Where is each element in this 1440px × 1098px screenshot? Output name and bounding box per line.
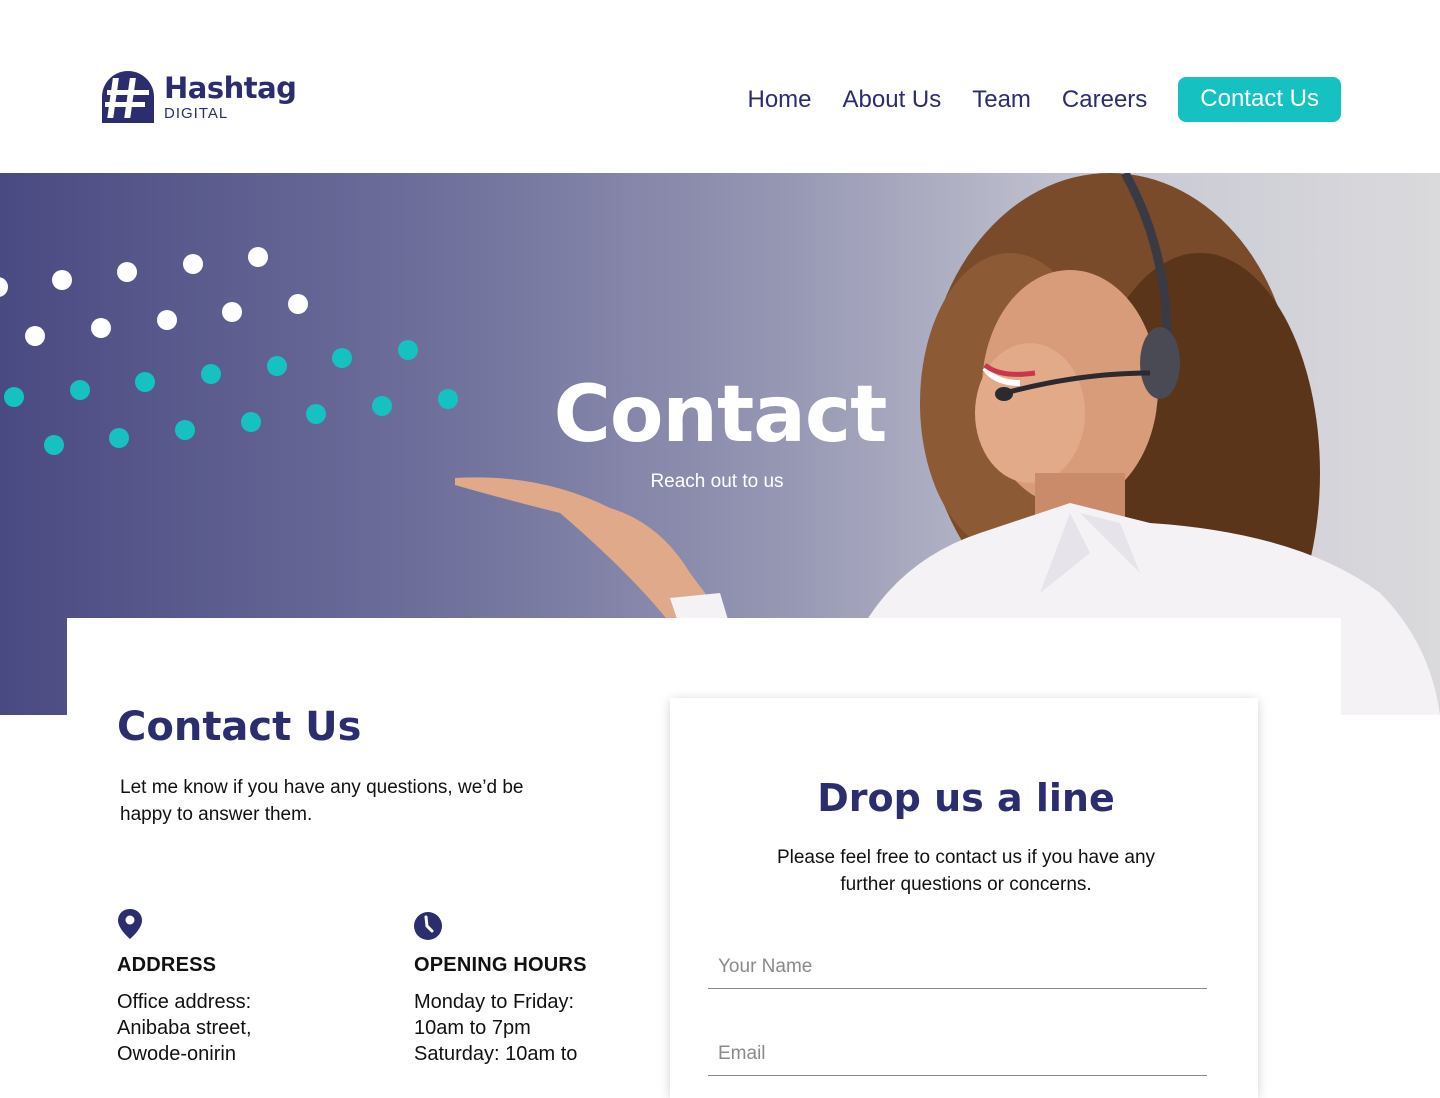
nav-team[interactable]: Team (972, 78, 1031, 122)
contact-section: Contact Us Let me know if you have any q… (67, 618, 1341, 1098)
address-block: ADDRESS Office address: Anibaba street, … (117, 908, 377, 1067)
opening-hours-title: OPENING HOURS (414, 954, 587, 976)
nav-about-us[interactable]: About Us (843, 78, 942, 122)
name-input[interactable] (708, 945, 1207, 989)
main-nav: Home About Us Team Careers Contact Us (747, 77, 1341, 122)
hours-line: Monday to Friday: (414, 991, 575, 1013)
contact-heading: Contact Us (117, 704, 362, 750)
map-pin-icon (118, 909, 142, 939)
clock-icon (414, 912, 442, 940)
brand-logo[interactable]: Hashtag DIGITAL (101, 70, 297, 124)
hero-title: Contact (553, 370, 888, 460)
nav-contact-us-button[interactable]: Contact Us (1178, 77, 1341, 122)
address-line: Office address: (117, 991, 252, 1013)
site-header: Hashtag DIGITAL Home About Us Team Caree… (0, 0, 1440, 173)
address-line: Anibaba street, (117, 1017, 252, 1039)
form-title: Drop us a line (817, 776, 1115, 820)
nav-home[interactable]: Home (747, 78, 811, 122)
email-input[interactable] (708, 1032, 1207, 1076)
nav-careers[interactable]: Careers (1062, 78, 1147, 122)
hashtag-logo-icon (102, 71, 154, 123)
hero-subtitle: Reach out to us (650, 471, 784, 492)
decorative-dots-white (0, 247, 308, 346)
hours-line: Saturday: 10am to (414, 1043, 578, 1065)
address-line: Owode-onirin (117, 1043, 236, 1065)
address-title: ADDRESS (117, 954, 217, 976)
brand-name: Hashtag (164, 70, 297, 105)
contact-form-card: Drop us a line Please feel free to conta… (670, 698, 1258, 1098)
brand-subtitle: DIGITAL (164, 104, 229, 122)
form-description: Please feel free to contact us if you ha… (776, 847, 1156, 895)
hours-line: 10am to 7pm (414, 1017, 531, 1039)
contact-intro: Let me know if you have any questions, w… (120, 777, 524, 825)
opening-hours-block: OPENING HOURS Monday to Friday: 10am to … (414, 908, 674, 1067)
